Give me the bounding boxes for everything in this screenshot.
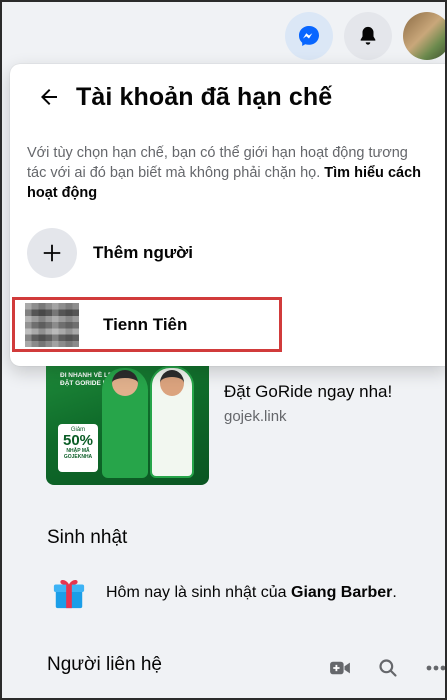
badge-value: 50% xyxy=(62,432,94,449)
birthday-person[interactable]: Giang Barber xyxy=(291,584,392,601)
user-name: Tienn Tiên xyxy=(103,314,188,334)
back-arrow-icon xyxy=(41,89,57,105)
add-person-circle xyxy=(27,228,77,278)
plus-icon xyxy=(43,244,61,262)
search-contacts-button[interactable] xyxy=(374,656,402,680)
search-icon xyxy=(379,659,397,677)
ad-image[interactable]: ĐI NHANH VỀ LẸ ĐẶT GORIDE NHA Giảm 50% N… xyxy=(46,364,209,485)
notifications-button[interactable] xyxy=(344,12,392,60)
more-icon xyxy=(426,665,446,671)
badge-bottom-text: NHẬP MÃ GOJEKNHA xyxy=(63,448,93,460)
add-person-button[interactable]: Thêm người xyxy=(27,228,193,278)
birthdays-heading: Sinh nhật xyxy=(47,527,128,548)
add-person-label: Thêm người xyxy=(93,243,193,262)
ad-person-right xyxy=(150,366,194,478)
panel-description: Với tùy chọn hạn chế, bạn có thể giới hạ… xyxy=(27,143,427,203)
contacts-heading: Người liên hệ xyxy=(47,654,162,675)
back-button[interactable] xyxy=(34,82,64,112)
panel-header: Tài khoản đã hạn chế xyxy=(34,82,332,112)
video-add-icon xyxy=(330,661,350,675)
restricted-accounts-panel: Tài khoản đã hạn chế Với tùy chọn hạn ch… xyxy=(10,64,447,366)
messenger-icon xyxy=(299,26,319,46)
birthday-text: Hôm nay là sinh nhật của Giang Barber. xyxy=(106,584,397,602)
profile-avatar[interactable] xyxy=(403,12,447,60)
user-avatar xyxy=(25,302,79,347)
birthday-prefix: Hôm nay là sinh nhật của xyxy=(106,584,291,601)
ad-person-left xyxy=(102,368,148,478)
more-options-button[interactable] xyxy=(422,656,447,680)
ad-link[interactable]: gojek.link xyxy=(224,408,287,425)
messenger-button[interactable] xyxy=(285,12,333,60)
bell-icon xyxy=(360,26,376,45)
birthday-suffix: . xyxy=(392,584,397,601)
ad-discount-badge: Giảm 50% NHẬP MÃ GOJEKNHA xyxy=(58,424,98,472)
restricted-user-item[interactable]: Tienn Tiên xyxy=(12,297,282,352)
birthday-item[interactable]: Hôm nay là sinh nhật của Giang Barber. xyxy=(52,576,397,610)
panel-title: Tài khoản đã hạn chế xyxy=(76,82,333,111)
new-room-button[interactable] xyxy=(326,656,354,680)
gift-icon xyxy=(53,579,85,609)
ad-title[interactable]: Đặt GoRide ngay nha! xyxy=(224,382,392,402)
top-bar xyxy=(0,0,447,62)
